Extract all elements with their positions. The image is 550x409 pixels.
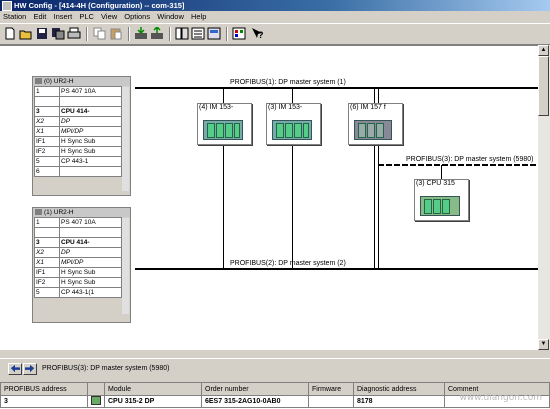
rack-row[interactable]: 1 PS 407 10A — [34, 217, 122, 228]
col-icon[interactable] — [87, 382, 105, 396]
detail-title: PROFIBUS(3): DP master system (5980) — [42, 365, 170, 372]
drop-cpu315 — [441, 165, 442, 179]
station-cpu315[interactable]: (3) CPU 315 — [414, 179, 469, 221]
rack-row[interactable]: X1 MPI/DP — [34, 126, 122, 137]
settings-icon[interactable] — [207, 27, 221, 40]
col-firmware[interactable]: Firmware — [308, 382, 354, 396]
watermark: www.diangon.com — [459, 393, 542, 403]
dp-label-1: PROFIBUS(1): DP master system (1) — [230, 79, 346, 86]
back-arrow-icon[interactable] — [8, 363, 22, 375]
view-icon[interactable] — [232, 27, 246, 40]
im153-module-icon — [203, 120, 243, 140]
station-label: (3) IM 153- — [268, 104, 303, 111]
rack-scrollbar[interactable] — [122, 87, 129, 191]
rack-row[interactable] — [34, 227, 122, 238]
station-label: (6) IM 157 f — [350, 104, 386, 111]
station-im153-4[interactable]: (4) IM 153- — [197, 103, 252, 145]
col-module[interactable]: Module — [104, 382, 202, 396]
copy-icon[interactable] — [93, 27, 107, 40]
menu-bar: Station Edit Insert PLC View Options Win… — [0, 11, 550, 23]
rack-row[interactable]: IF2 H Sync Sub — [34, 277, 122, 288]
rack-table: 1 PS 407 10A 3 CPU 414- X2 DP X1 MPI/DP IF1 H… — [34, 217, 122, 298]
rack-row[interactable]: 5 CP 443-1(1 — [34, 287, 122, 298]
app-icon — [2, 1, 12, 11]
title-bar: HW Config - [414-4H (Configuration) -- c… — [0, 0, 550, 11]
window-title: HW Config - [414-4H (Configuration) -- c… — [14, 1, 185, 10]
cpu315-module-icon — [420, 196, 460, 216]
print-icon[interactable] — [67, 27, 81, 40]
svg-text:?: ? — [258, 30, 264, 40]
download-icon[interactable] — [134, 27, 148, 40]
save-icon[interactable] — [35, 27, 49, 40]
station-label: (3) CPU 315 — [416, 180, 455, 187]
toolbar: ? — [0, 23, 550, 45]
rack-row[interactable]: IF1 H Sync Sub — [34, 136, 122, 147]
menu-window[interactable]: Window — [157, 12, 184, 21]
rack-table: 1 PS 407 10A 3 CPU 414- X2 DP X1 MPI/DP IF1 H… — [34, 86, 122, 177]
catalog-icon[interactable] — [175, 27, 189, 40]
rack-row[interactable]: 5 CP 443-1 — [34, 156, 122, 167]
module-cell: PS 407 10A — [59, 86, 122, 97]
scroll-down-icon[interactable]: ▼ — [538, 339, 549, 350]
forward-arrow-icon[interactable] — [23, 363, 37, 375]
rack-0[interactable]: (0) UR2-H 1 PS 407 10A 3 CPU 414- X2 DP X1 M… — [32, 76, 131, 196]
dp-line-1 — [135, 87, 538, 89]
rack-row[interactable]: IF2 H Sync Sub — [34, 146, 122, 157]
rack-row[interactable]: X1 MPI/DP — [34, 257, 122, 268]
dp-label-3: PROFIBUS(3): DP master system (5980) — [406, 156, 534, 163]
rack-icon — [35, 209, 42, 216]
menu-station[interactable]: Station — [3, 12, 26, 21]
scroll-thumb[interactable] — [538, 56, 549, 116]
station-im157[interactable]: (6) IM 157 f — [348, 103, 403, 145]
open-icon[interactable] — [19, 27, 33, 40]
menu-plc[interactable]: PLC — [79, 12, 94, 21]
menu-edit[interactable]: Edit — [33, 12, 46, 21]
rack-row[interactable]: X2 DP — [34, 116, 122, 127]
rack-row[interactable]: 3 CPU 414- — [34, 106, 122, 117]
menu-help[interactable]: Help — [191, 12, 206, 21]
scroll-up-icon[interactable]: ▲ — [538, 45, 549, 56]
rack-row[interactable]: X2 DP — [34, 247, 122, 258]
rack-title: (1) UR2-H — [33, 208, 130, 217]
dp-line-2 — [135, 268, 538, 270]
rack-scrollbar[interactable] — [122, 218, 129, 314]
station-im153-3[interactable]: (3) IM 153- — [266, 103, 321, 145]
menu-view[interactable]: View — [101, 12, 117, 21]
im153-module-icon — [272, 120, 312, 140]
rack-row[interactable]: IF1 H Sync Sub — [34, 267, 122, 278]
dp-line-3 — [378, 164, 538, 166]
upload-icon[interactable] — [150, 27, 164, 40]
rack-row[interactable]: 1 PS 407 10A — [34, 86, 122, 97]
im157-module-icon — [354, 120, 392, 140]
rack-row[interactable] — [34, 96, 122, 107]
rack-icon — [35, 78, 42, 85]
rack-row[interactable]: 6 — [34, 166, 122, 177]
rack-row[interactable]: 3 CPU 414- — [34, 237, 122, 248]
help-icon[interactable]: ? — [250, 27, 264, 40]
col-diag[interactable]: Diagnostic address — [353, 382, 445, 396]
network-icon[interactable] — [191, 27, 205, 40]
col-order[interactable]: Order number — [201, 382, 309, 396]
detail-info-bar: PROFIBUS(3): DP master system (5980) — [0, 358, 550, 381]
dp-label-2: PROFIBUS(2): DP master system (2) — [230, 260, 346, 267]
vertical-scrollbar[interactable]: ▲ ▼ — [538, 45, 550, 350]
menu-insert[interactable]: Insert — [53, 12, 72, 21]
rack-1[interactable]: (1) UR2-H 1 PS 407 10A 3 CPU 414- X2 DP X1 M… — [32, 207, 131, 323]
save-compile-icon[interactable] — [51, 27, 65, 40]
col-address[interactable]: PROFIBUS address — [0, 382, 88, 396]
new-icon[interactable] — [3, 27, 17, 40]
paste-icon[interactable] — [109, 27, 123, 40]
menu-options[interactable]: Options — [124, 12, 150, 21]
rack-title: (0) UR2-H — [33, 77, 130, 86]
station-label: (4) IM 153- — [199, 104, 234, 111]
module-icon — [87, 395, 105, 408]
